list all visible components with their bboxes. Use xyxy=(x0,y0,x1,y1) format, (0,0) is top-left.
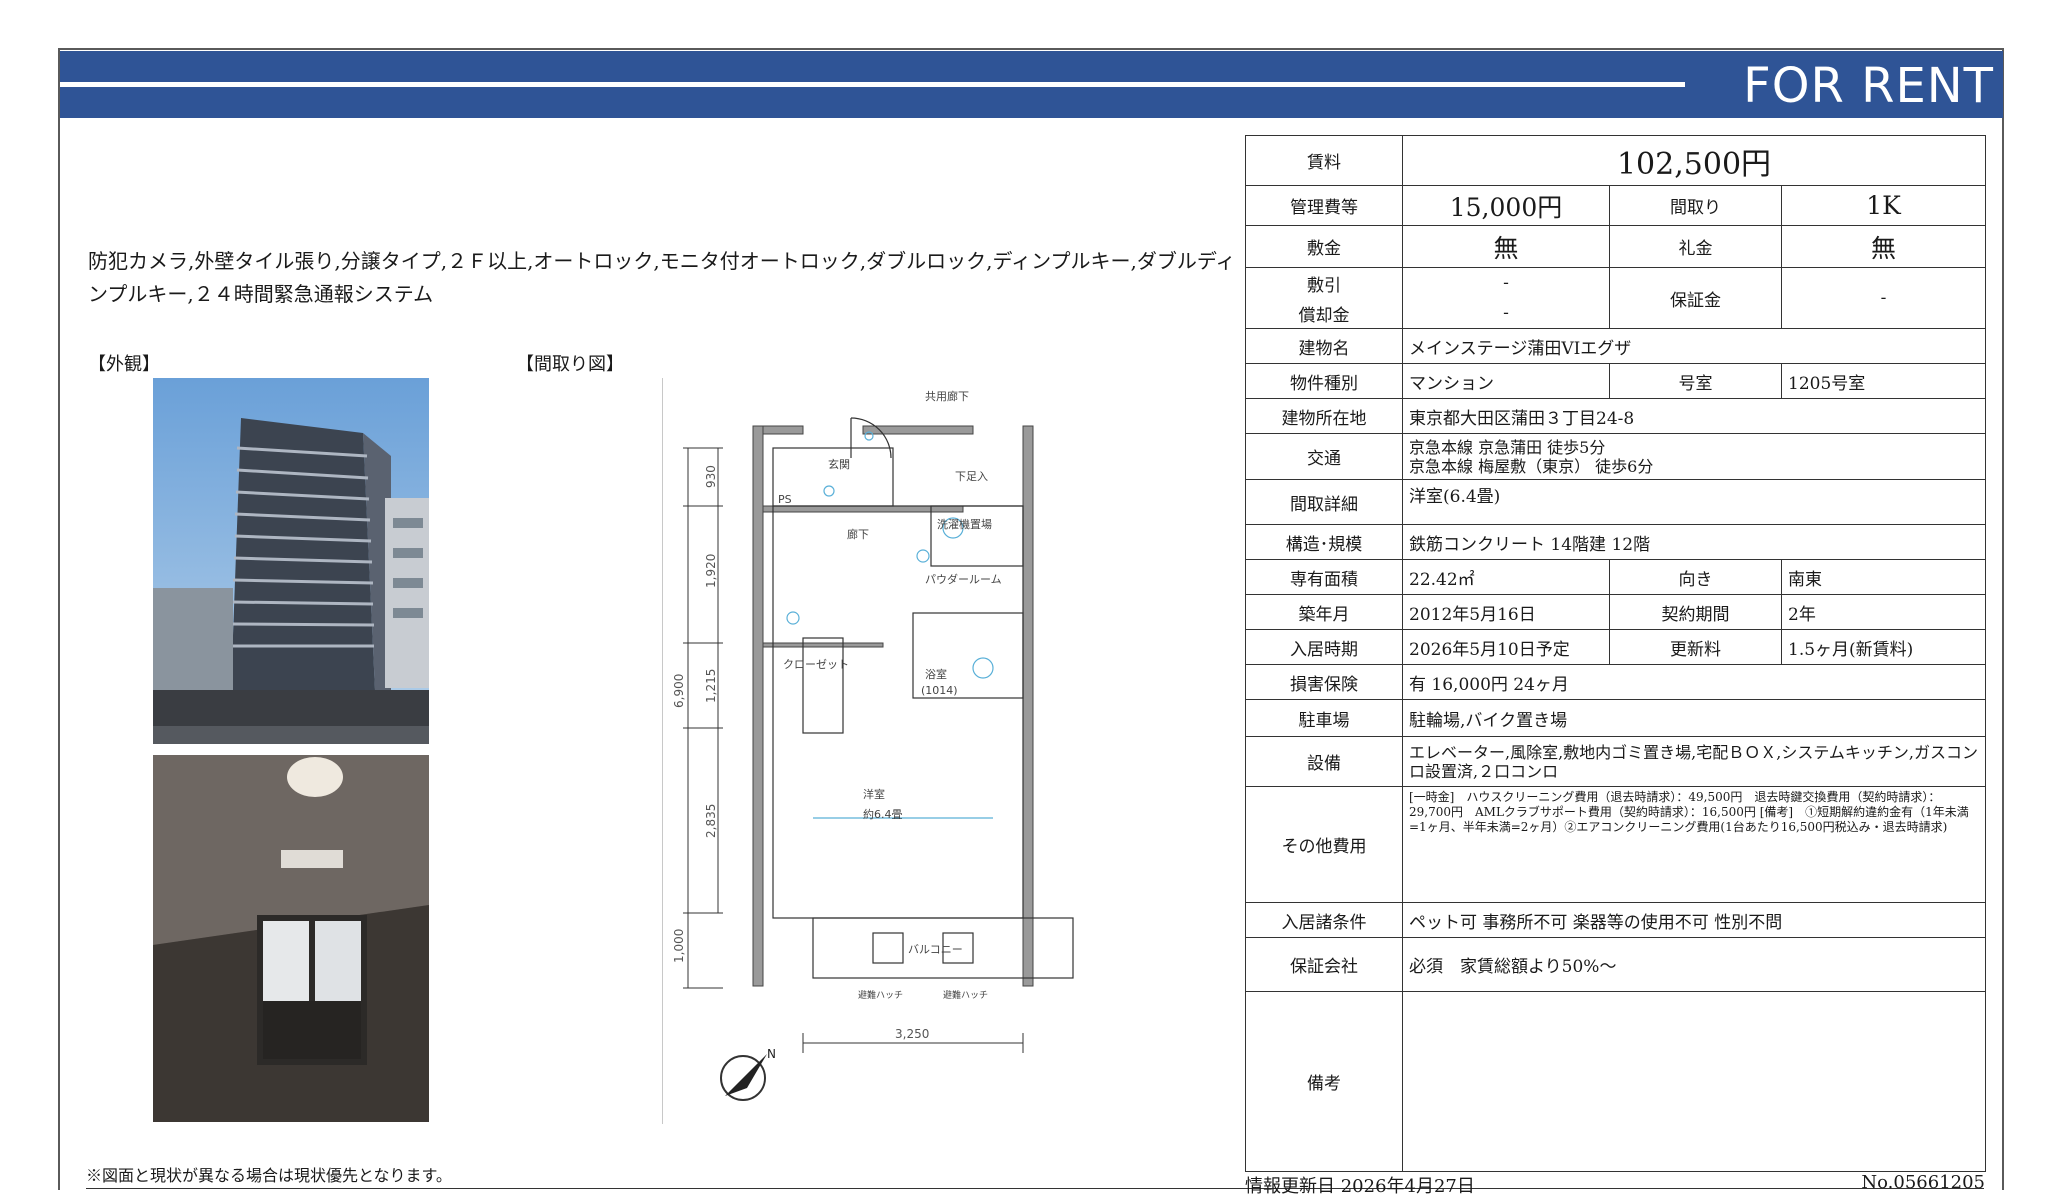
renewal-label: 更新料 xyxy=(1609,629,1782,665)
plan-dim-3250: 3,250 xyxy=(895,1027,929,1041)
features-text: 防犯カメラ,外壁タイル張り,分譲タイプ,２Ｆ以上,オートロック,モニタ付オートロ… xyxy=(88,249,1236,306)
area-label: 専有面積 xyxy=(1245,559,1403,595)
plan-dim-930: 930 xyxy=(704,465,718,488)
other-label: その他費用 xyxy=(1245,786,1403,903)
banner-stripe xyxy=(60,82,1685,87)
shikibiki-value: - xyxy=(1402,267,1610,299)
insurance-value: 有 16,000円 24ヶ月 xyxy=(1402,664,1986,700)
access-line-1: 京急本線 京急蒲田 徒歩5分 xyxy=(1409,437,1606,457)
interior-photo xyxy=(153,755,429,1122)
conditions-value: ペット可 事務所不可 楽器等の使用不可 性別不問 xyxy=(1402,902,1986,938)
parking-label: 駐車場 xyxy=(1245,699,1403,737)
movein-value: 2026年5月10日予定 xyxy=(1402,629,1610,665)
remarks-label: 備考 xyxy=(1245,991,1403,1172)
mgmt-value: 15,000円 xyxy=(1402,185,1610,226)
access-label: 交通 xyxy=(1245,433,1403,480)
other-value: [一時金] ハウスクリーニング費用（退去時請求）：49,500円 退去時鍵交換費… xyxy=(1402,786,1986,903)
shikibiki-label: 敷引 xyxy=(1245,267,1403,299)
access-line-2: 京急本線 梅屋敷（東京） 徒歩6分 xyxy=(1409,456,1654,476)
bldg-name-value: メインステージ蒲田VIエグザ xyxy=(1402,328,1986,364)
rent-value: 102,500円 xyxy=(1402,135,1986,186)
north-label: N xyxy=(767,1047,776,1061)
insurance-label: 損害保険 xyxy=(1245,664,1403,700)
type-label: 物件種別 xyxy=(1245,363,1403,399)
plan-hatch-2: 避難ハッチ xyxy=(943,989,988,1001)
plan-powder: パウダールーム xyxy=(925,572,1002,586)
area-value: 22.42㎡ xyxy=(1402,559,1610,595)
disclaimer-note: ※図面と現状が異なる場合は現状優先となります。 xyxy=(86,1166,452,1185)
address-value: 東京都大田区蒲田３丁目24-8 xyxy=(1402,398,1986,434)
built-label: 築年月 xyxy=(1245,594,1403,630)
renewal-value: 1.5ヶ月(新賃料) xyxy=(1781,629,1986,665)
built-value: 2012年5月16日 xyxy=(1402,594,1610,630)
guarantee-label: 保証金 xyxy=(1609,267,1782,329)
plan-bath-size: (1014) xyxy=(921,684,958,697)
exterior-label: 【外観】 xyxy=(88,354,160,375)
plan-dim-6900: 6,900 xyxy=(672,674,686,708)
type-value: マンション xyxy=(1402,363,1610,399)
layout-label: 間取り xyxy=(1609,185,1782,226)
access-value: 京急本線 京急蒲田 徒歩5分 京急本線 梅屋敷（東京） 徒歩6分 xyxy=(1402,433,1986,480)
plan-room-size: 約6.4畳 xyxy=(863,807,903,821)
update-date: 情報更新日 2026年4月27日 xyxy=(1245,1176,1475,1197)
plan-dim-1215: 1,215 xyxy=(704,669,718,703)
layout-detail-label: 間取詳細 xyxy=(1245,479,1403,525)
guarantee-value: - xyxy=(1781,267,1986,329)
plan-dim-1000: 1,000 xyxy=(672,929,686,963)
rent-label: 賃料 xyxy=(1245,135,1403,186)
structure-label: 構造･規模 xyxy=(1245,524,1403,560)
floor-plan: 930 1,920 1,215 2,835 1,000 6,900 3,250 xyxy=(662,378,1103,1124)
movein-label: 入居時期 xyxy=(1245,629,1403,665)
plan-bath: 浴室 xyxy=(925,667,947,681)
guarantor-value: 必須 家賃総額より50%～ xyxy=(1402,937,1986,992)
plan-shoebox: 下足入 xyxy=(955,470,988,483)
contract-label: 契約期間 xyxy=(1609,594,1782,630)
equip-value: エレベーター,風除室,敷地内ゴミ置き場,宅配ＢＯＸ,システムキッチン,ガスコンロ… xyxy=(1402,736,1986,787)
structure-value: 鉄筋コンクリート 14階建 12階 xyxy=(1402,524,1986,560)
conditions-label: 入居諸条件 xyxy=(1245,902,1403,938)
banner-title: FOR RENT xyxy=(1743,58,1994,114)
equip-label: 設備 xyxy=(1245,736,1403,787)
bldg-name-label: 建物名 xyxy=(1245,328,1403,364)
plan-closet: クローゼット xyxy=(783,658,849,671)
deposit-value: 無 xyxy=(1402,225,1610,268)
key-money-label: 礼金 xyxy=(1609,225,1782,268)
plan-ps: PS xyxy=(778,493,792,506)
deposit-label: 敷金 xyxy=(1245,225,1403,268)
shokyaku-label: 償却金 xyxy=(1245,298,1403,329)
plan-hall: 廊下 xyxy=(847,527,869,541)
plan-balcony: バルコニー xyxy=(908,943,963,956)
north-arrow: N xyxy=(720,1047,776,1101)
direction-label: 向き xyxy=(1609,559,1782,595)
layout-detail-value: 洋室(6.4畳) xyxy=(1402,479,1986,525)
layout-value: 1K xyxy=(1781,185,1986,226)
plan-corridor: 共用廊下 xyxy=(925,389,969,403)
exterior-photo xyxy=(153,378,429,744)
parking-value: 駐輪場,バイク置き場 xyxy=(1402,699,1986,737)
property-info-table: 賃料 102,500円 管理費等 15,000円 間取り 1K 敷金 無 礼金 … xyxy=(1245,135,1986,1172)
plan-laundry: 洗濯機置場 xyxy=(937,517,992,531)
key-money-value: 無 xyxy=(1781,225,1986,268)
remarks-value xyxy=(1402,991,1986,1172)
plan-genkan: 玄関 xyxy=(828,457,850,471)
plan-western-room: 洋室 xyxy=(863,787,885,801)
address-label: 建物所在地 xyxy=(1245,398,1403,434)
guarantor-label: 保証会社 xyxy=(1245,937,1403,992)
plan-hatch-1: 避難ハッチ xyxy=(858,989,903,1001)
plan-dim-2835: 2,835 xyxy=(704,804,718,838)
room-no-value: 1205号室 xyxy=(1781,363,1986,399)
direction-value: 南東 xyxy=(1781,559,1986,595)
shokyaku-value: - xyxy=(1402,298,1610,329)
floorplan-label: 【間取り図】 xyxy=(516,354,624,375)
mgmt-label: 管理費等 xyxy=(1245,185,1403,226)
room-no-label: 号室 xyxy=(1609,363,1782,399)
bottom-divider xyxy=(86,1188,1984,1189)
contract-value: 2年 xyxy=(1781,594,1986,630)
plan-dim-1920: 1,920 xyxy=(704,554,718,588)
